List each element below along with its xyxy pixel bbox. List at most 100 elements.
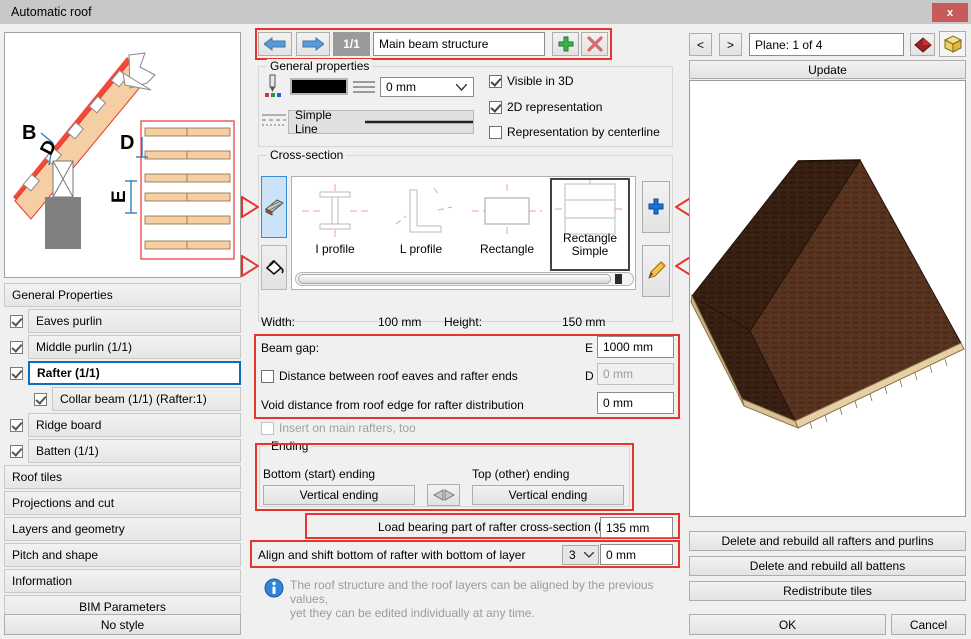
sidebar-item-layers-and-geometry[interactable]: Layers and geometry — [4, 517, 241, 541]
sidebar-item-label[interactable]: Rafter (1/1) — [28, 361, 241, 385]
collar-beam-checkbox[interactable] — [28, 393, 52, 406]
cross-section-profile-list[interactable]: I profile L profile Rectangle — [291, 176, 636, 290]
sidebar-item-information[interactable]: Information — [4, 569, 241, 593]
load-bearing-input[interactable]: 135 mm — [600, 517, 673, 538]
sidebar-item-roof-tiles[interactable]: Roof tiles — [4, 465, 241, 489]
beam-gap-tag: E — [585, 341, 593, 355]
gem-view-button[interactable] — [910, 33, 935, 56]
pen-width-value: 0 mm — [386, 80, 416, 94]
middle-purlin-checkbox[interactable] — [4, 341, 28, 354]
info-text-line1: The roof structure and the roof layers c… — [290, 578, 680, 606]
sidebar-item-label[interactable]: Information — [4, 569, 241, 593]
beam-gap-label: Beam gap: — [261, 341, 319, 355]
sidebar-item-pitch-and-shape[interactable]: Pitch and shape — [4, 543, 241, 567]
info-text: The roof structure and the roof layers c… — [290, 578, 680, 620]
window-titlebar: Automatic roof x — [0, 0, 971, 24]
pen-color-icon — [263, 73, 283, 97]
plus-icon — [558, 36, 574, 52]
load-bearing-label: Load bearing part of rafter cross-sectio… — [378, 520, 610, 534]
ending-legend: Ending — [268, 439, 311, 453]
window-title: Automatic roof — [11, 5, 92, 19]
structure-name-input[interactable]: Main beam structure — [373, 32, 545, 56]
cube-view-button[interactable] — [939, 31, 966, 57]
beam-gap-input[interactable]: 1000 mm — [597, 336, 674, 358]
scrollbar-thumb[interactable] — [298, 274, 611, 284]
sidebar-item-label[interactable]: Eaves purlin — [28, 309, 241, 333]
sidebar-item-collar-beam[interactable]: Collar beam (1/1) (Rafter:1) — [4, 387, 241, 411]
add-structure-button[interactable] — [552, 32, 579, 56]
sidebar-item-label[interactable]: Batten (1/1) — [28, 439, 241, 463]
sidebar-item-label[interactable]: Ridge board — [28, 413, 241, 437]
pen-width-select[interactable]: 0 mm — [380, 77, 474, 97]
bottom-ending-button[interactable]: Vertical ending — [263, 485, 415, 505]
linetype-select[interactable]: Simple Line — [288, 110, 474, 134]
sidebar-item-label[interactable]: Middle purlin (1/1) — [28, 335, 241, 359]
roof-3d-viewport[interactable] — [689, 80, 966, 517]
profile-option-rectangle-simple[interactable]: Rectangle Simple — [550, 178, 630, 271]
profile-label: Rectangle Simple — [552, 232, 628, 258]
void-distance-label: Void distance from roof edge for rafter … — [261, 398, 524, 412]
close-button[interactable]: x — [932, 3, 968, 22]
info-icon — [264, 578, 284, 598]
2d-representation-label: 2D representation — [507, 100, 602, 114]
ok-button[interactable]: OK — [689, 614, 886, 635]
sidebar-item-middle-purlin[interactable]: Middle purlin (1/1) — [4, 335, 241, 359]
delete-structure-button[interactable] — [581, 32, 608, 56]
swap-endings-button[interactable] — [427, 484, 460, 506]
sidebar-item-rafter[interactable]: Rafter (1/1) — [4, 361, 241, 385]
sidebar-item-label[interactable]: Roof tiles — [4, 465, 241, 489]
add-cross-section-button[interactable] — [642, 181, 670, 233]
rectangle-icon — [472, 182, 542, 240]
chevron-down-icon — [584, 552, 594, 558]
redistribute-tiles-button[interactable]: Redistribute tiles — [689, 581, 966, 601]
profile-option-i[interactable]: I profile — [292, 177, 378, 271]
delete-rebuild-battens-button[interactable]: Delete and rebuild all battens — [689, 556, 966, 576]
distance-eaves-rafter-checkbox[interactable]: Distance between roof eaves and rafter e… — [261, 369, 518, 383]
prev-structure-button[interactable] — [258, 32, 292, 56]
profile-option-rectangle[interactable]: Rectangle — [464, 177, 550, 271]
top-ending-label: Top (other) ending — [472, 467, 569, 481]
sidebar-item-label[interactable]: Pitch and shape — [4, 543, 241, 567]
distance-tag: D — [585, 369, 594, 383]
sidebar-item-label[interactable]: General Properties — [4, 283, 241, 307]
sidebar-item-projections-and-cut[interactable]: Projections and cut — [4, 491, 241, 515]
sidebar-item-label[interactable]: Layers and geometry — [4, 517, 241, 541]
beam-material-tab[interactable] — [261, 176, 287, 238]
fill-pattern-tab[interactable] — [261, 245, 287, 290]
sidebar-item-eaves-purlin[interactable]: Eaves purlin — [4, 309, 241, 333]
next-plane-button[interactable]: > — [719, 33, 742, 56]
checkbox-box — [489, 75, 502, 88]
visible-in-3d-checkbox[interactable]: Visible in 3D — [489, 74, 573, 88]
layer-select[interactable]: 3 — [562, 545, 599, 565]
eaves-purlin-checkbox[interactable] — [4, 315, 28, 328]
shift-input[interactable]: 0 mm — [600, 544, 673, 565]
sidebar-item-batten[interactable]: Batten (1/1) — [4, 439, 241, 463]
ridge-board-checkbox[interactable] — [4, 419, 28, 432]
plane-indicator: Plane: 1 of 4 — [749, 33, 904, 56]
edit-cross-section-button[interactable] — [642, 245, 670, 297]
2d-representation-checkbox[interactable]: 2D representation — [489, 100, 602, 114]
profile-option-l[interactable]: L profile — [378, 177, 464, 271]
sidebar-item-general-properties[interactable]: General Properties — [4, 283, 241, 307]
void-distance-input[interactable]: 0 mm — [597, 392, 674, 414]
rafter-checkbox[interactable] — [4, 367, 28, 380]
sidebar-item-ridge-board[interactable]: Ridge board — [4, 413, 241, 437]
distance-eaves-rafter-label: Distance between roof eaves and rafter e… — [279, 369, 518, 383]
line-color-swatch[interactable] — [290, 78, 348, 95]
arrow-left-icon — [264, 37, 286, 51]
height-value: 150 mm — [562, 315, 605, 329]
profile-list-scrollbar[interactable] — [295, 272, 634, 286]
update-button[interactable]: Update — [689, 60, 966, 79]
prev-plane-button[interactable]: < — [689, 33, 712, 56]
batten-checkbox[interactable] — [4, 445, 28, 458]
top-ending-button[interactable]: Vertical ending — [472, 485, 624, 505]
next-structure-button[interactable] — [296, 32, 330, 56]
cancel-button[interactable]: Cancel — [891, 614, 966, 635]
structure-counter: 1/1 — [333, 32, 370, 56]
sidebar-item-label[interactable]: Collar beam (1/1) (Rafter:1) — [52, 387, 241, 411]
representation-by-centerline-checkbox[interactable]: Representation by centerline — [489, 125, 660, 139]
delete-rebuild-rafters-button[interactable]: Delete and rebuild all rafters and purli… — [689, 531, 966, 551]
no-style-button[interactable]: No style — [4, 614, 241, 635]
sidebar-item-label[interactable]: Projections and cut — [4, 491, 241, 515]
info-text-line2: yet they can be edited individually at a… — [290, 606, 680, 620]
